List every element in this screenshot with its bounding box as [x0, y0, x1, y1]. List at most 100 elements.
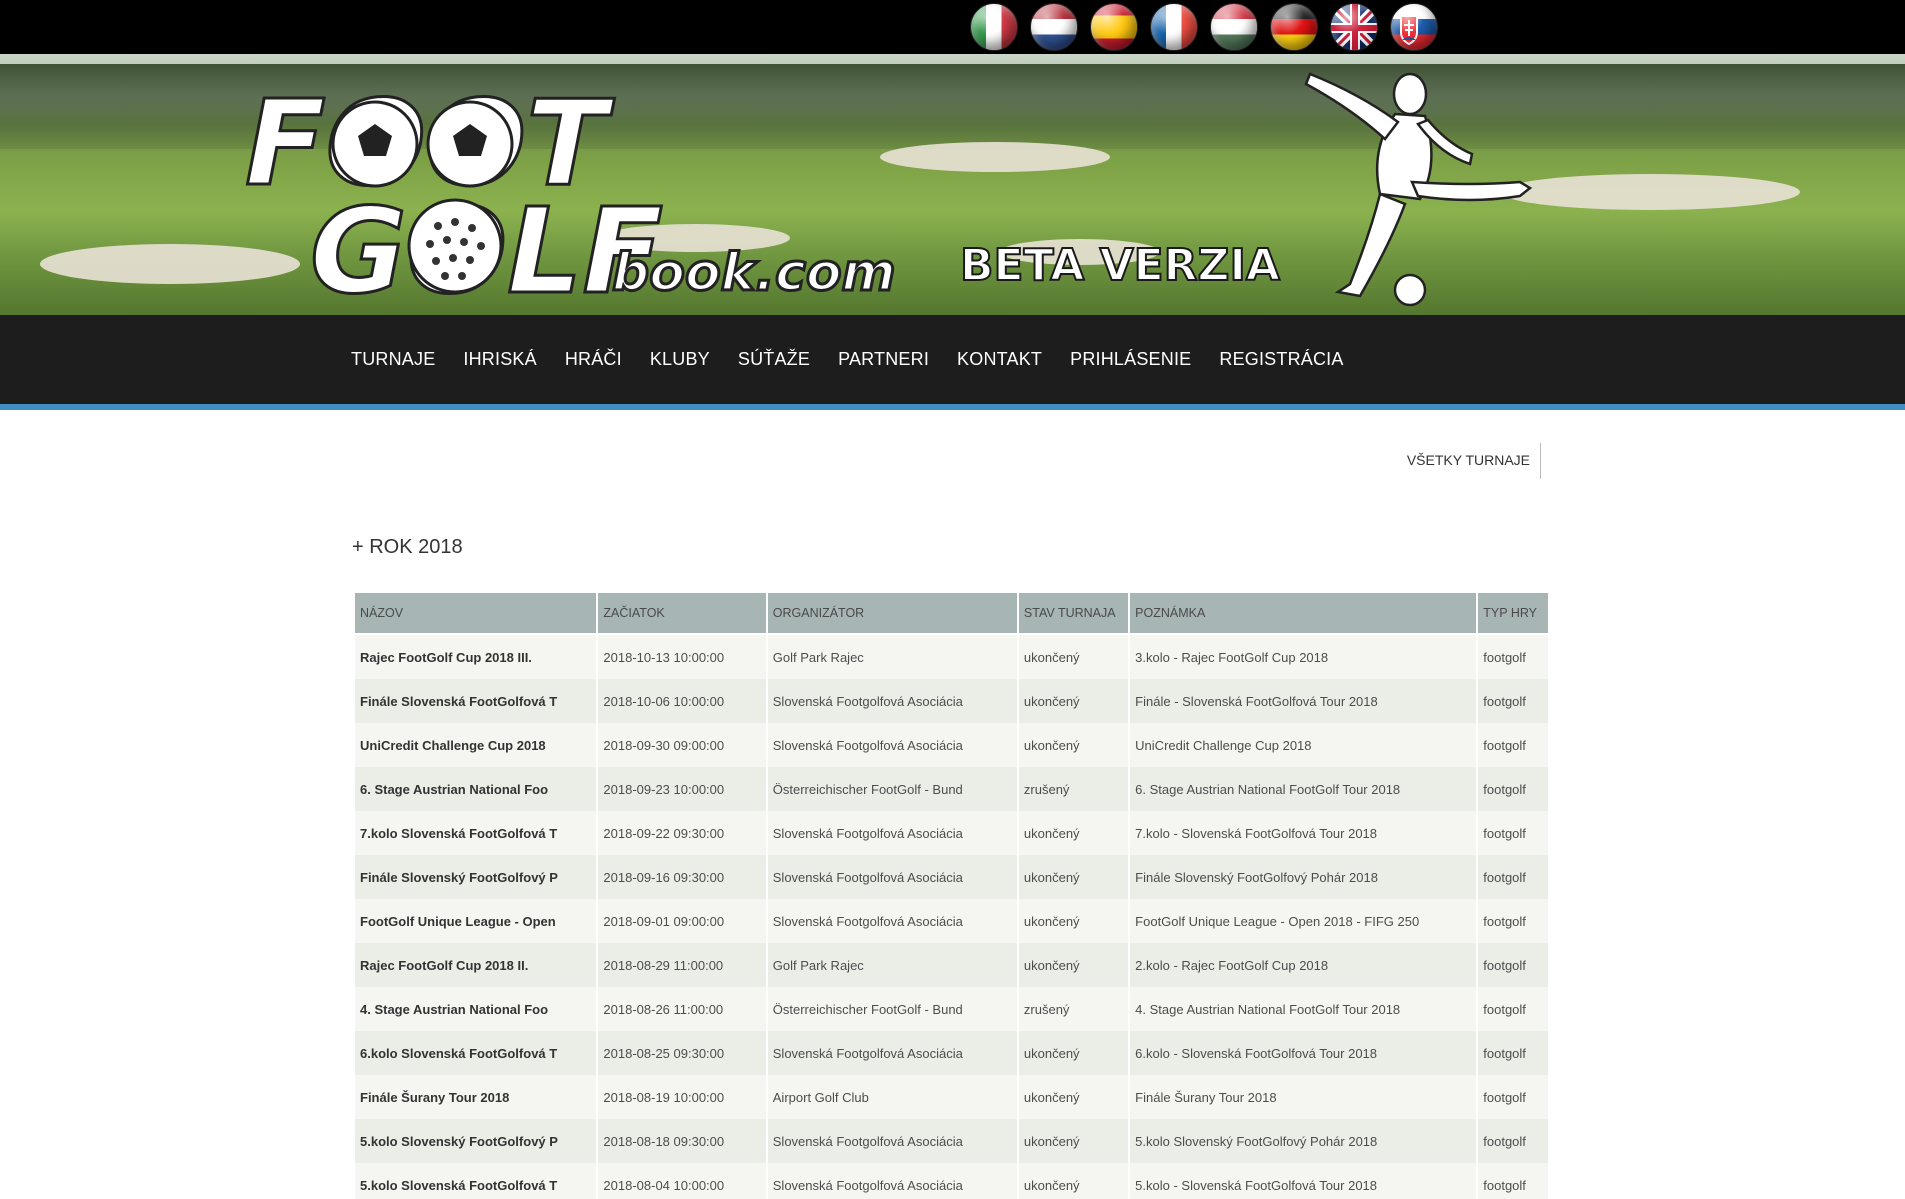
tournament-name-cell[interactable]: 5.kolo Slovenská FootGolfová T	[355, 1163, 597, 1199]
tournament-name-cell[interactable]: 7.kolo Slovenská FootGolfová T	[355, 811, 597, 855]
start-date-cell: 2018-08-25 09:30:00	[598, 1031, 766, 1075]
column-header-name[interactable]: NÁZOV	[355, 593, 597, 635]
game-type-cell: footgolf	[1478, 811, 1548, 855]
footgolfbook-logo[interactable]: FOOT GOLF book.com BETA VERZIA	[0, 54, 1905, 315]
start-date-cell: 2018-09-16 09:30:00	[598, 855, 766, 899]
organizer-cell: Slovenská Footgolfová Asociácia	[767, 1163, 1017, 1199]
table-row[interactable]: Rajec FootGolf Cup 2018 II. 2018-08-29 11…	[355, 943, 1548, 987]
organizer-cell: Airport Golf Club	[767, 1075, 1017, 1119]
all-tournaments-link[interactable]: VŠETKY TURNAJE	[1407, 443, 1541, 479]
organizer-cell: Slovenská Footgolfová Asociácia	[767, 723, 1017, 767]
note-cell: 5.kolo Slovenský FootGolfový Pohár 2018	[1130, 1119, 1477, 1163]
spain-flag-icon[interactable]	[1090, 3, 1138, 51]
tournament-name-cell[interactable]: 5.kolo Slovenský FootGolfový P	[355, 1119, 597, 1163]
tournament-name-cell[interactable]: Finále Slovenská FootGolfová T	[355, 679, 597, 723]
note-cell: Finále Šurany Tour 2018	[1130, 1075, 1477, 1119]
tournament-name-cell[interactable]: FootGolf Unique League - Open	[355, 899, 597, 943]
organizer-cell: Slovenská Footgolfová Asociácia	[767, 899, 1017, 943]
table-row[interactable]: Finále Slovenská FootGolfová T 2018-10-06…	[355, 679, 1548, 723]
table-row[interactable]: UniCredit Challenge Cup 2018 2018-09-30 0…	[355, 723, 1548, 767]
hungary-flag-icon[interactable]	[1210, 3, 1258, 51]
table-row[interactable]: 6.kolo Slovenská FootGolfová T 2018-08-25…	[355, 1031, 1548, 1075]
organizer-cell: Slovenská Footgolfová Asociácia	[767, 1031, 1017, 1075]
nav-item-partneri[interactable]: PARTNERI	[838, 349, 929, 370]
start-date-cell: 2018-08-04 10:00:00	[598, 1163, 766, 1199]
note-cell: 6. Stage Austrian National FootGolf Tour…	[1130, 767, 1477, 811]
table-row[interactable]: Finále Šurany Tour 2018 2018-08-19 10:00:…	[355, 1075, 1548, 1119]
table-row[interactable]: 7.kolo Slovenská FootGolfová T 2018-09-22…	[355, 811, 1548, 855]
header-banner: FOOT GOLF book.com BETA VERZIA	[0, 54, 1905, 315]
column-header-start[interactable]: ZAČIATOK	[598, 593, 766, 635]
column-header-organizer[interactable]: ORGANIZÁTOR	[767, 593, 1017, 635]
start-date-cell: 2018-09-22 09:30:00	[598, 811, 766, 855]
table-row[interactable]: Finále Slovenský FootGolfový P 2018-09-16…	[355, 855, 1548, 899]
tournament-name-cell[interactable]: 6.kolo Slovenská FootGolfová T	[355, 1031, 597, 1075]
year-toggle[interactable]: + ROK 2018	[352, 536, 463, 559]
note-cell: UniCredit Challenge Cup 2018	[1130, 723, 1477, 767]
column-header-status[interactable]: STAV TURNAJA	[1018, 593, 1129, 635]
status-cell: ukončený	[1018, 1119, 1129, 1163]
status-cell: ukončený	[1018, 1031, 1129, 1075]
nav-item-prihlasenie[interactable]: PRIHLÁSENIE	[1070, 349, 1191, 370]
status-cell: ukončený	[1018, 811, 1129, 855]
beta-version-label: BETA VERZIA	[960, 240, 1280, 291]
game-type-cell: footgolf	[1478, 943, 1548, 987]
game-type-cell: footgolf	[1478, 767, 1548, 811]
table-row[interactable]: FootGolf Unique League - Open 2018-09-01 …	[355, 899, 1548, 943]
slovakia-flag-icon[interactable]	[1390, 3, 1438, 51]
nav-item-ihriska[interactable]: IHRISKÁ	[463, 349, 536, 370]
golf-ball-icon	[407, 198, 503, 294]
tournament-name-cell[interactable]: Finále Slovenský FootGolfový P	[355, 855, 597, 899]
game-type-cell: footgolf	[1478, 855, 1548, 899]
nav-item-registracia[interactable]: REGISTRÁCIA	[1219, 349, 1343, 370]
start-date-cell: 2018-08-18 09:30:00	[598, 1119, 766, 1163]
tournament-name-cell[interactable]: 4. Stage Austrian National Foo	[355, 987, 597, 1031]
organizer-cell: Golf Park Rajec	[767, 635, 1017, 679]
italy-flag-icon[interactable]	[970, 3, 1018, 51]
note-cell: FootGolf Unique League - Open 2018 - FIF…	[1130, 899, 1477, 943]
game-type-cell: footgolf	[1478, 1031, 1548, 1075]
column-header-note[interactable]: POZNÁMKA	[1130, 593, 1477, 635]
united-kingdom-flag-icon[interactable]	[1330, 3, 1378, 51]
table-row[interactable]: 5.kolo Slovenský FootGolfový P 2018-08-18…	[355, 1119, 1548, 1163]
main-navigation: TURNAJE IHRISKÁ HRÁČI KLUBY SÚŤAŽE PARTN…	[0, 315, 1905, 404]
tournaments-table: NÁZOV ZAČIATOK ORGANIZÁTOR STAV TURNAJA …	[353, 593, 1550, 1199]
game-type-cell: footgolf	[1478, 1163, 1548, 1199]
table-row[interactable]: 5.kolo Slovenská FootGolfová T 2018-08-04…	[355, 1163, 1548, 1199]
note-cell: 4. Stage Austrian National FootGolf Tour…	[1130, 987, 1477, 1031]
game-type-cell: footgolf	[1478, 987, 1548, 1031]
nav-item-sutaze[interactable]: SÚŤAŽE	[738, 349, 810, 370]
organizer-cell: Slovenská Footgolfová Asociácia	[767, 811, 1017, 855]
tournament-name-cell[interactable]: Finále Šurany Tour 2018	[355, 1075, 597, 1119]
tournament-name-cell[interactable]: Rajec FootGolf Cup 2018 III.	[355, 635, 597, 679]
nav-item-hraci[interactable]: HRÁČI	[565, 349, 622, 370]
nav-item-kontakt[interactable]: KONTAKT	[957, 349, 1042, 370]
start-date-cell: 2018-09-23 10:00:00	[598, 767, 766, 811]
start-date-cell: 2018-08-29 11:00:00	[598, 943, 766, 987]
table-row[interactable]: 4. Stage Austrian National Foo 2018-08-26…	[355, 987, 1548, 1031]
game-type-cell: footgolf	[1478, 1119, 1548, 1163]
start-date-cell: 2018-09-30 09:00:00	[598, 723, 766, 767]
status-cell: ukončený	[1018, 723, 1129, 767]
tournament-name-cell[interactable]: UniCredit Challenge Cup 2018	[355, 723, 597, 767]
nav-item-turnaje[interactable]: TURNAJE	[351, 349, 435, 370]
status-cell: ukončený	[1018, 679, 1129, 723]
column-header-game-type[interactable]: TYP HRY	[1478, 593, 1548, 635]
france-flag-icon[interactable]	[1150, 3, 1198, 51]
tournament-name-cell[interactable]: 6. Stage Austrian National Foo	[355, 767, 597, 811]
note-cell: 3.kolo - Rajec FootGolf Cup 2018	[1130, 635, 1477, 679]
organizer-cell: Slovenská Footgolfová Asociácia	[767, 679, 1017, 723]
game-type-cell: footgolf	[1478, 899, 1548, 943]
nav-accent-line	[0, 404, 1905, 410]
nav-item-kluby[interactable]: KLUBY	[650, 349, 710, 370]
table-row[interactable]: 6. Stage Austrian National Foo 2018-09-23…	[355, 767, 1548, 811]
germany-flag-icon[interactable]	[1270, 3, 1318, 51]
tournament-name-cell[interactable]: Rajec FootGolf Cup 2018 II.	[355, 943, 597, 987]
language-switcher	[970, 3, 1438, 51]
netherlands-flag-icon[interactable]	[1030, 3, 1078, 51]
status-cell: ukončený	[1018, 1075, 1129, 1119]
organizer-cell: Slovenská Footgolfová Asociácia	[767, 1119, 1017, 1163]
table-row[interactable]: Rajec FootGolf Cup 2018 III. 2018-10-13 1…	[355, 635, 1548, 679]
organizer-cell: Slovenská Footgolfová Asociácia	[767, 855, 1017, 899]
note-cell: Finále Slovenský FootGolfový Pohár 2018	[1130, 855, 1477, 899]
